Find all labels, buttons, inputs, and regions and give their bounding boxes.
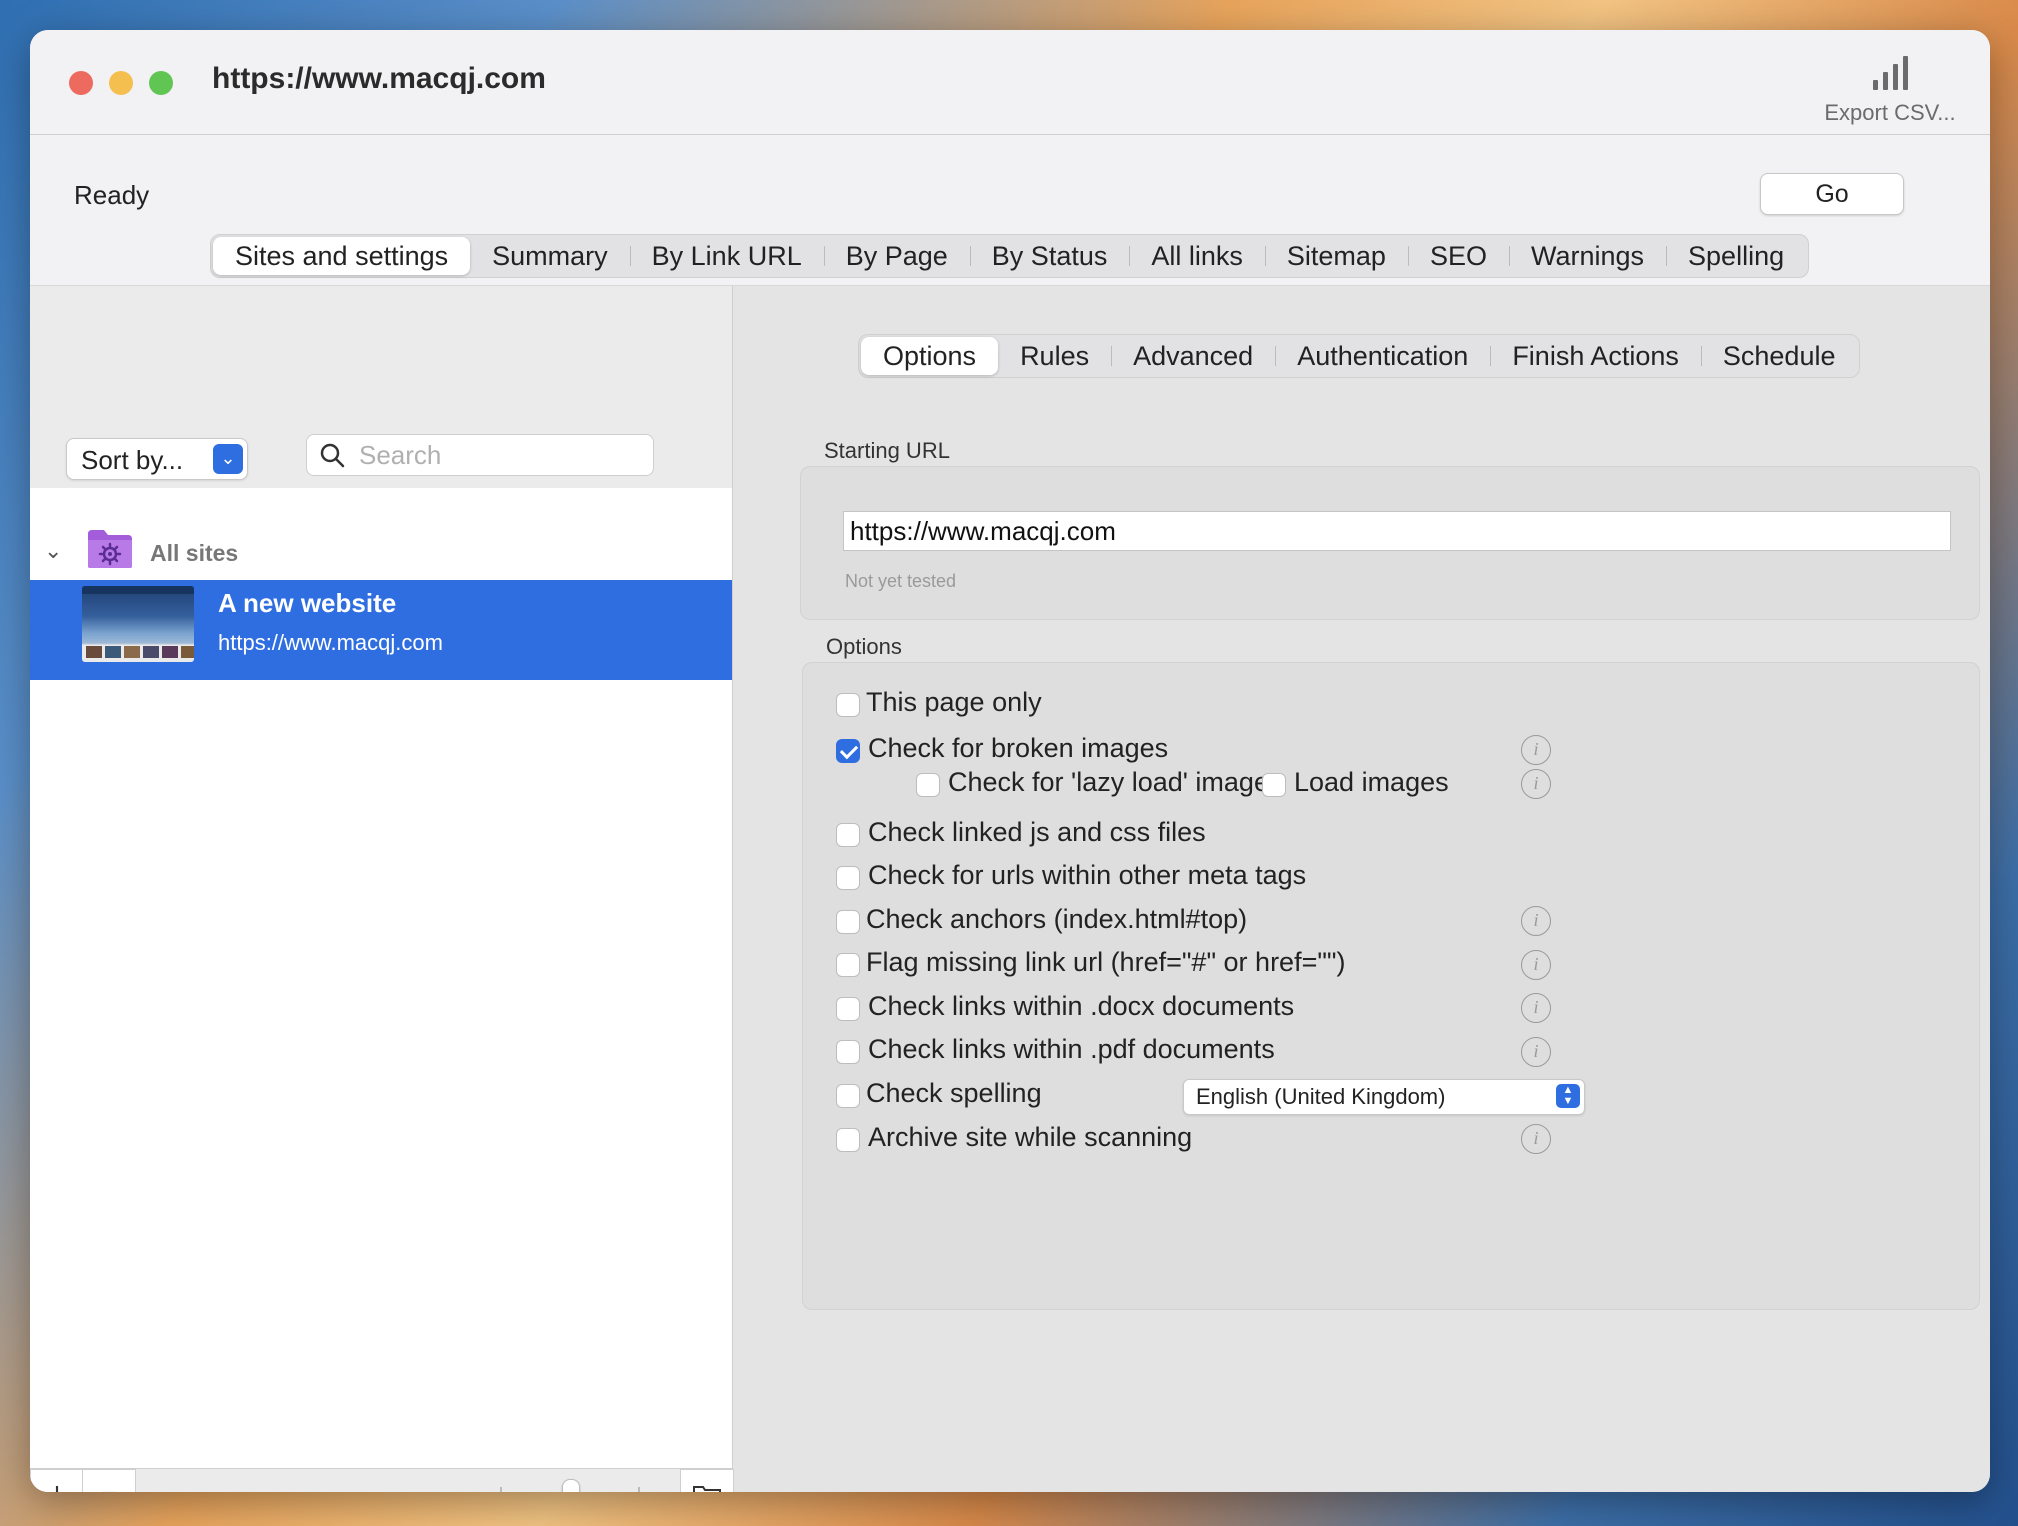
search-box[interactable] (306, 434, 654, 476)
site-row-selected[interactable]: A new website https://www.macqj.com (30, 580, 732, 680)
checkbox-archive-site-while-scanning[interactable] (836, 1128, 860, 1152)
export-csv-label: Export CSV... (1824, 100, 1956, 125)
options-label: Options (826, 634, 902, 659)
option-label-archive-site-while-scanning[interactable]: Archive site while scanning (868, 1122, 1192, 1153)
search-icon (320, 443, 345, 468)
option-label-check-linked-js-and-css-files[interactable]: Check linked js and css files (868, 817, 1206, 848)
option-label-check-for-broken-images[interactable]: Check for broken images (868, 733, 1168, 764)
disclosure-chevron-icon[interactable]: ⌄ (44, 538, 62, 564)
option-label-check-links-within-pdf-documents[interactable]: Check links within .pdf documents (868, 1034, 1275, 1065)
option-label-check-links-within-docx-documents[interactable]: Check links within .docx documents (868, 991, 1294, 1022)
spelling-language-select[interactable]: English (United Kingdom) ▲ ▼ (1183, 1079, 1585, 1115)
site-thumbnail (82, 586, 194, 662)
subtab-advanced[interactable]: Advanced (1111, 337, 1275, 375)
checkbox-check-for-urls-within-other-meta-tags[interactable] (836, 866, 860, 890)
subtab-finish-actions[interactable]: Finish Actions (1490, 337, 1701, 375)
remove-site-button[interactable]: − (82, 1469, 136, 1492)
option-label-check-spelling[interactable]: Check spelling (866, 1078, 1042, 1109)
tab-all-links[interactable]: All links (1129, 237, 1265, 275)
settings-panel: Options Rules Advanced Authentication Finish… (748, 286, 1990, 1492)
tab-summary[interactable]: Summary (470, 237, 630, 275)
add-site-button[interactable]: + (30, 1469, 84, 1492)
browse-folder-button[interactable] (680, 1469, 734, 1492)
slider-knob[interactable] (562, 1479, 580, 1492)
go-button[interactable]: Go (1760, 173, 1904, 215)
checkbox-check-anchors-index-html-top[interactable] (836, 910, 860, 934)
checkbox-check-for-broken-images[interactable] (836, 739, 860, 763)
subtab-options[interactable]: Options (861, 337, 999, 375)
site-group-label: All sites (150, 540, 239, 566)
updown-chevron-icon: ▲ ▼ (1556, 1084, 1580, 1108)
info-icon[interactable]: i (1521, 769, 1551, 799)
main-tab-bar: Sites and settings Summary By Link URL By P… (210, 234, 1810, 278)
checkbox-check-links-within-pdf-documents[interactable] (836, 1040, 860, 1064)
checkbox-check-spelling[interactable] (836, 1084, 860, 1108)
info-icon[interactable]: i (1521, 950, 1551, 980)
folder-icon (693, 1486, 721, 1492)
sidebar-bottom-bar: + − (30, 1468, 734, 1492)
zoom-window-button[interactable] (149, 71, 173, 95)
tab-spelling[interactable]: Spelling (1666, 237, 1806, 275)
tab-by-link-url[interactable]: By Link URL (629, 237, 824, 275)
checkbox-flag-missing-link-url-href-or-href[interactable] (836, 953, 860, 977)
site-name: A new website (218, 588, 397, 618)
subtab-schedule[interactable]: Schedule (1700, 337, 1858, 375)
export-csv-button[interactable]: Export CSV... (1820, 52, 1960, 126)
bar-chart-icon (1820, 52, 1960, 90)
option-label-load-images[interactable]: Load images (1294, 767, 1449, 798)
status-text: Ready (74, 180, 150, 210)
checkbox-check-links-within-docx-documents[interactable] (836, 997, 860, 1021)
option-label-check-for-urls-within-other-meta-tags[interactable]: Check for urls within other meta tags (868, 860, 1306, 891)
gear-folder-icon (88, 530, 132, 568)
site-list: ⌄ All sites A new website https://www.ma… (30, 488, 732, 1468)
chevron-down-icon: ⌄ (213, 444, 243, 474)
info-icon[interactable]: i (1521, 1124, 1551, 1154)
sort-by-label: Sort by... (81, 445, 184, 475)
info-icon[interactable]: i (1521, 1037, 1551, 1067)
tab-by-page[interactable]: By Page (823, 237, 970, 275)
option-label-this-page-only[interactable]: This page only (866, 687, 1042, 718)
sub-tab-bar: Options Rules Advanced Authentication Finish… (858, 334, 1861, 378)
sidebar: Sort by... ⌄ ⌄ (30, 286, 734, 1492)
subtab-authentication[interactable]: Authentication (1275, 337, 1490, 375)
tab-seo[interactable]: SEO (1407, 237, 1509, 275)
option-label-check-for-lazy-load-images[interactable]: Check for 'lazy load' images (948, 767, 1282, 798)
info-icon[interactable]: i (1521, 993, 1551, 1023)
site-group-all-sites[interactable]: ⌄ All sites (30, 524, 732, 580)
option-label-check-anchors-index-html-top[interactable]: Check anchors (index.html#top) (866, 904, 1247, 935)
sort-by-popup[interactable]: Sort by... ⌄ (66, 438, 248, 480)
tab-sites-and-settings[interactable]: Sites and settings (213, 237, 471, 275)
starting-url-box: Not yet tested (800, 466, 1980, 620)
search-input[interactable] (359, 439, 639, 471)
options-box: This page only Check for broken images i Ch… (802, 662, 1980, 1310)
checkbox-check-for-lazy-load-images[interactable] (916, 773, 940, 797)
checkbox-check-linked-js-and-css-files[interactable] (836, 823, 860, 847)
checkbox-this-page-only[interactable] (836, 693, 860, 717)
title-bar: https://www.macqj.com Export CSV... (30, 30, 1990, 135)
info-icon[interactable]: i (1521, 906, 1551, 936)
window-title: https://www.macqj.com (212, 62, 546, 95)
minimize-window-button[interactable] (109, 71, 133, 95)
starting-url-field[interactable] (843, 511, 1951, 551)
url-test-status: Not yet tested (845, 571, 957, 591)
subtab-rules[interactable]: Rules (998, 337, 1111, 375)
site-url: https://www.macqj.com (218, 630, 443, 655)
starting-url-label: Starting URL (824, 438, 950, 463)
close-window-button[interactable] (69, 71, 93, 95)
spelling-language-value: English (United Kingdom) (1196, 1084, 1446, 1109)
checkbox-load-images[interactable] (1262, 773, 1286, 797)
option-label-flag-missing-link-url-href-or-href[interactable]: Flag missing link url (href="#" or href=… (866, 947, 1346, 978)
tab-sitemap[interactable]: Sitemap (1264, 237, 1408, 275)
info-icon[interactable]: i (1521, 735, 1551, 765)
tab-by-status[interactable]: By Status (969, 237, 1130, 275)
tab-warnings[interactable]: Warnings (1508, 237, 1666, 275)
app-window: https://www.macqj.com Export CSV... Read… (30, 30, 1990, 1492)
